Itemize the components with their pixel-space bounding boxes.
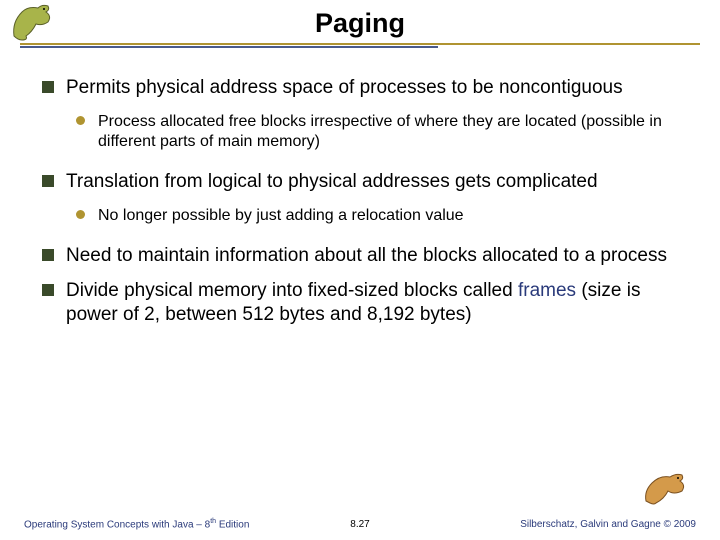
footer-left: Operating System Concepts with Java – 8t… [24, 518, 249, 530]
bullet-level-1: Permits physical address space of proces… [38, 76, 682, 100]
footer-right: Silberschatz, Galvin and Gagne © 2009 [520, 519, 696, 530]
bullet-level-2: Process allocated free blocks irrespecti… [74, 112, 682, 152]
title-underline-blue [20, 46, 438, 48]
dinosaur-logo-bottom [642, 467, 692, 512]
bullet-level-1: Divide physical memory into fixed-sized … [38, 279, 682, 327]
dinosaur-logo-top [8, 2, 64, 47]
bullet-level-1: Need to maintain information about all t… [38, 244, 682, 268]
slide-title: Paging [0, 8, 720, 43]
bullet-level-2: No longer possible by just adding a relo… [74, 206, 682, 226]
title-underline-gold [20, 43, 700, 45]
slide-body: Permits physical address space of proces… [0, 48, 720, 327]
footer-page-number: 8.27 [350, 519, 369, 530]
bullet-level-1: Translation from logical to physical add… [38, 170, 682, 194]
